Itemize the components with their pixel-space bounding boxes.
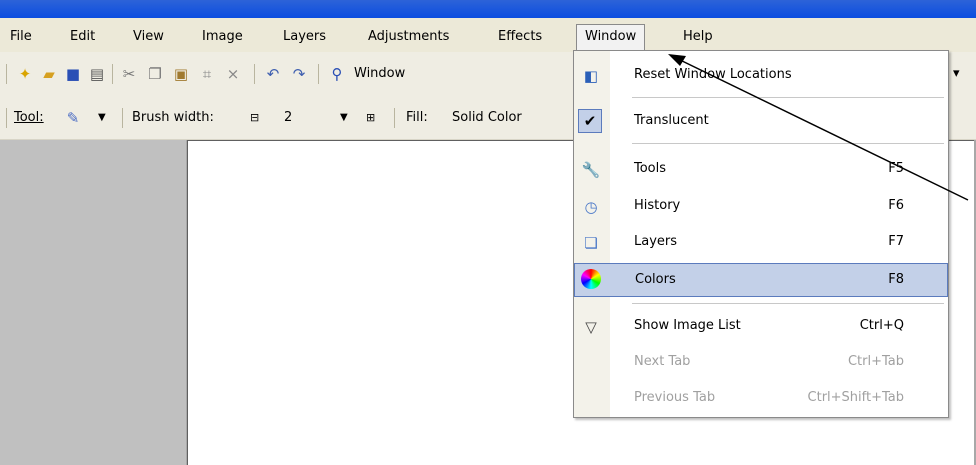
colors-icon — [581, 269, 601, 289]
deselect-icon[interactable]: ⨯ — [224, 65, 242, 83]
tool-dropdown-chevron-icon[interactable]: ▼ — [98, 108, 106, 128]
menu-item-history[interactable]: ◷ History F6 — [574, 191, 948, 221]
menu-item-shortcut: F8 — [888, 272, 904, 287]
fill-label: Fill: — [406, 110, 428, 125]
menu-item-reset-window-locations[interactable]: ◧ Reset Window Locations — [574, 60, 948, 90]
brush-width-label: Brush width: — [132, 110, 214, 125]
toolbar-separator — [122, 108, 123, 128]
menu-edit-label: Edit — [70, 29, 96, 44]
workspace-left-panel — [0, 140, 186, 465]
menu-file[interactable]: File — [10, 28, 32, 48]
brush-width-increase-icon[interactable]: ⊞ — [366, 108, 375, 128]
toolbar-separator — [112, 64, 113, 84]
brush-width-decrease-icon[interactable]: ⊟ — [250, 108, 259, 128]
brush-width-chevron-icon[interactable]: ▼ — [340, 108, 348, 128]
menu-item-tools[interactable]: 🔧 Tools F5 — [574, 154, 948, 184]
menu-help[interactable]: Help — [683, 28, 713, 48]
menu-item-colors[interactable]: Colors F8 — [574, 263, 948, 297]
history-icon: ◷ — [584, 198, 598, 216]
menu-image[interactable]: Image — [202, 28, 243, 48]
menu-item-translucent[interactable]: ✔ Translucent — [574, 106, 948, 136]
menu-view-label: View — [133, 29, 164, 44]
menu-item-next-tab: Next Tab Ctrl+Tab — [574, 347, 948, 377]
toolbar-overflow-chevron-icon[interactable]: ▾ — [953, 64, 960, 84]
menu-item-label: Layers — [634, 234, 678, 249]
menu-item-show-image-list[interactable]: ▽ Show Image List Ctrl+Q — [574, 311, 948, 341]
menu-separator — [632, 97, 944, 98]
cut-icon[interactable]: ✂ — [120, 65, 138, 83]
menu-item-shortcut: Ctrl+Tab — [847, 354, 904, 369]
undo-icon[interactable]: ↶ — [264, 65, 282, 83]
print-icon[interactable]: ▤ — [88, 65, 106, 83]
toolbar-separator — [394, 108, 395, 128]
menu-bar: File Edit View Image Layers Adjustments … — [0, 18, 976, 52]
crop-icon[interactable]: ⌗ — [198, 65, 216, 83]
toolbar-grip — [6, 64, 7, 84]
menu-adjustments[interactable]: Adjustments — [368, 28, 449, 48]
tools-icon: 🔧 — [581, 161, 601, 179]
copy-icon[interactable]: ❐ — [146, 65, 164, 83]
menu-item-label: Translucent — [634, 113, 709, 128]
paintbrush-icon[interactable]: ✎ — [64, 109, 82, 127]
menu-window[interactable]: Window — [576, 24, 646, 51]
menu-item-layers[interactable]: ❏ Layers F7 — [574, 227, 948, 257]
menu-item-shortcut: Ctrl+Shift+Tab — [807, 390, 904, 405]
fill-value[interactable]: Solid Color — [452, 108, 522, 128]
reset-window-icon: ◧ — [583, 67, 599, 85]
menu-window-label: Window — [585, 29, 637, 44]
menu-item-label: Colors — [635, 272, 676, 287]
menu-separator — [632, 143, 944, 144]
image-list-icon: ▽ — [585, 318, 597, 336]
brush-width-value[interactable]: 2 — [284, 108, 292, 128]
menu-effects[interactable]: Effects — [498, 28, 542, 48]
checkmark-icon: ✔ — [578, 109, 602, 133]
tool-label-text: Tool: — [14, 110, 44, 125]
redo-icon[interactable]: ↷ — [290, 65, 308, 83]
toolbar-separator — [318, 64, 319, 84]
menu-adjustments-label: Adjustments — [368, 29, 450, 44]
window-menu-dropdown: ◧ Reset Window Locations ✔ Translucent 🔧… — [573, 50, 949, 418]
menu-item-shortcut: F5 — [888, 161, 904, 176]
layers-icon: ❏ — [584, 234, 598, 252]
zoom-icon[interactable]: ⚲ — [328, 65, 346, 83]
menu-item-shortcut: F7 — [888, 234, 904, 249]
menu-edit[interactable]: Edit — [70, 28, 95, 48]
menu-item-label: Show Image List — [634, 318, 741, 333]
title-bar — [0, 0, 976, 18]
menu-item-label: Previous Tab — [634, 390, 716, 405]
paste-icon[interactable]: ▣ — [172, 65, 190, 83]
toolbar-grip — [6, 108, 7, 128]
open-icon[interactable]: ▰ — [40, 65, 58, 83]
menu-file-label: File — [10, 29, 32, 44]
menu-item-shortcut: F6 — [888, 198, 904, 213]
menu-item-previous-tab: Previous Tab Ctrl+Shift+Tab — [574, 383, 948, 413]
save-icon[interactable]: ■ — [64, 65, 82, 83]
toolbar-separator — [254, 64, 255, 84]
zoom-label[interactable]: Window — [354, 64, 405, 84]
menu-view[interactable]: View — [133, 28, 164, 48]
menu-item-label: Reset Window Locations — [634, 67, 792, 82]
menu-layers-label: Layers — [283, 29, 327, 44]
menu-item-label: History — [634, 198, 681, 213]
menu-item-shortcut: Ctrl+Q — [859, 318, 904, 333]
tool-label: Tool: — [14, 108, 44, 128]
menu-effects-label: Effects — [498, 29, 543, 44]
menu-layers[interactable]: Layers — [283, 28, 326, 48]
menu-help-label: Help — [683, 29, 713, 44]
menu-image-label: Image — [202, 29, 243, 44]
menu-separator — [632, 303, 944, 304]
menu-item-label: Tools — [634, 161, 667, 176]
new-icon[interactable]: ✦ — [16, 65, 34, 83]
menu-item-label: Next Tab — [634, 354, 691, 369]
